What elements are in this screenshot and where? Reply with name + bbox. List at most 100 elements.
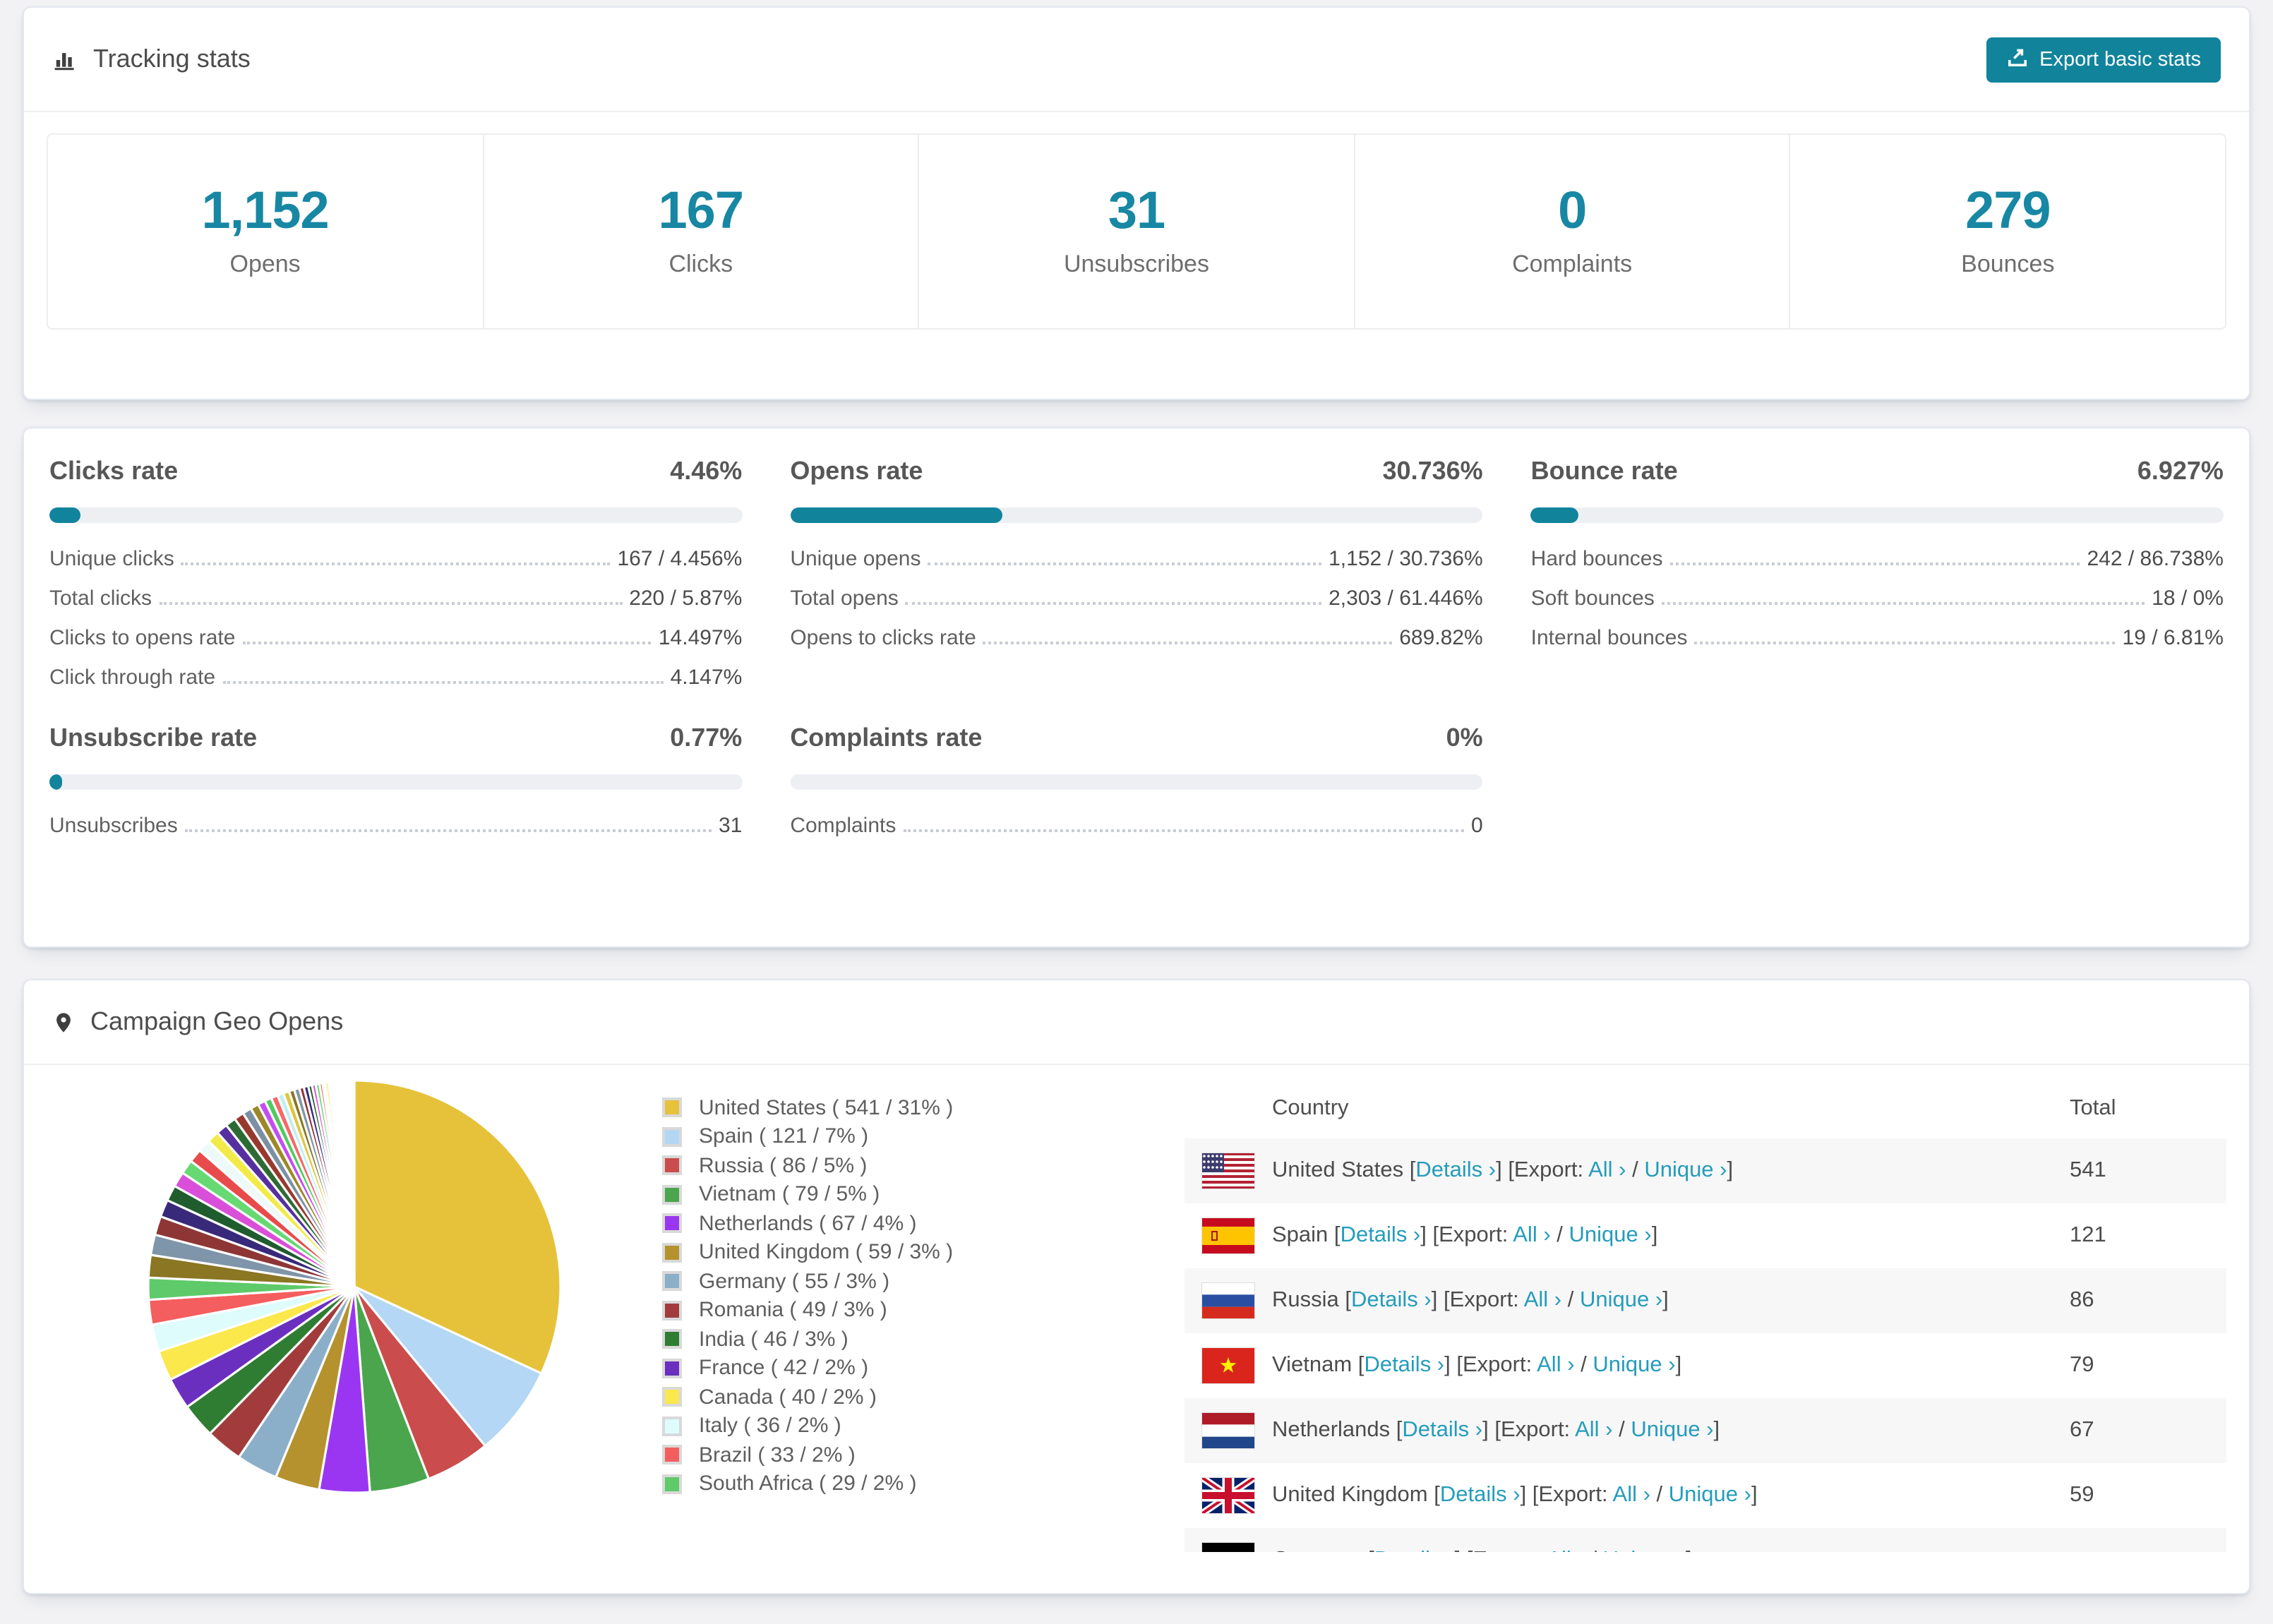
rates-grid: Clicks rate 4.46% Unique clicks 167 / 4.456… [24, 428, 2249, 838]
export-unique-link[interactable]: Unique › [1569, 1223, 1652, 1247]
geo-pie-chart [47, 1079, 662, 1552]
dotted-leader [222, 681, 664, 684]
table-row: United Kingdom [Details ›] [Export: All … [1185, 1463, 2226, 1528]
legend-item: United Kingdom ( 59 / 3% ) [662, 1238, 1128, 1267]
export-all-link[interactable]: All › [1575, 1418, 1612, 1442]
flag-nl-icon [1201, 1412, 1255, 1449]
tracking-stats-header: Tracking stats Export basic stats [24, 8, 2249, 112]
legend-item: Romania ( 49 / 3% ) [662, 1296, 1128, 1325]
stat-value: 0 [1558, 181, 1587, 240]
export-all-link[interactable]: All › [1613, 1483, 1650, 1507]
rate-stat-value: 31 [718, 814, 743, 838]
progress-bar [49, 507, 743, 523]
legend-label: India ( 46 / 3% ) [699, 1327, 848, 1352]
total-cell: 86 [2070, 1288, 2094, 1312]
total-cell: 59 [2070, 1483, 2094, 1507]
export-all-link[interactable]: All › [1547, 1548, 1584, 1552]
legend-item: Italy ( 36 / 2% ) [662, 1412, 1128, 1440]
legend-label: Germany ( 55 / 3% ) [699, 1269, 890, 1294]
progress-bar [790, 507, 1483, 523]
flag-de-icon [1201, 1542, 1255, 1552]
dotted-leader [1669, 563, 2080, 565]
flag-ru-icon [1201, 1282, 1255, 1319]
rate-stat-label: Clicks to opens rate [49, 626, 236, 650]
dotted-leader [983, 642, 1393, 644]
legend-swatch [662, 1097, 682, 1118]
export-unique-link[interactable]: Unique › [1580, 1288, 1662, 1312]
rate-title: Opens rate [790, 457, 923, 485]
stat-label: Complaints [1512, 250, 1633, 277]
details-link[interactable]: Details › [1415, 1158, 1496, 1182]
dotted-leader [181, 563, 611, 565]
legend-label: Vietnam ( 79 / 5% ) [699, 1182, 880, 1207]
dotted-leader [184, 829, 712, 832]
export-unique-link[interactable]: Unique › [1644, 1158, 1727, 1182]
rate-stat-value: 4.147% [670, 666, 743, 690]
progress-bar [790, 774, 1483, 790]
stat-box: 0 Complaints [1353, 133, 1791, 330]
legend-label: Brazil ( 33 / 2% ) [699, 1443, 856, 1467]
export-basic-stats-button[interactable]: Export basic stats [1986, 37, 2221, 82]
stat-value: 279 [1965, 181, 2051, 240]
table-row: Russia [Details ›] [Export: All › / Uniq… [1185, 1268, 2226, 1333]
rate-stat-label: Soft bounces [1530, 587, 1655, 610]
legend-label: United Kingdom ( 59 / 3% ) [699, 1240, 954, 1265]
country-name: Russia [1272, 1288, 1339, 1312]
rate-stat-value: 18 / 0% [2152, 587, 2224, 610]
details-link[interactable]: Details › [1374, 1548, 1455, 1552]
details-link[interactable]: Details › [1402, 1418, 1482, 1442]
legend-swatch [662, 1184, 682, 1205]
pie-legend: United States ( 541 / 31% ) Spain ( 121 /… [662, 1079, 1128, 1552]
stat-value: 31 [1108, 181, 1165, 240]
stat-label: Opens [229, 250, 301, 277]
rate-stat-row: Unique opens 1,152 / 30.736% [790, 547, 1482, 571]
export-all-link[interactable]: All › [1513, 1223, 1550, 1247]
legend-label: United States ( 541 / 31% ) [699, 1095, 954, 1120]
flag-es-icon [1201, 1217, 1255, 1254]
legend-swatch [662, 1416, 682, 1436]
rate-stat-row: Complaints 0 [790, 814, 1482, 838]
country-cell: Spain [Details ›] [Export: All › / Uniqu… [1272, 1223, 1658, 1247]
details-link[interactable]: Details › [1341, 1223, 1421, 1247]
country-name: Netherlands [1272, 1418, 1391, 1442]
legend-item: United States ( 541 / 31% ) [662, 1093, 1128, 1122]
rate-block: Clicks rate 4.46% Unique clicks 167 / 4.456… [49, 457, 743, 690]
rate-title-row: Unsubscribe rate 0.77% [49, 723, 742, 753]
country-name: Vietnam [1272, 1353, 1353, 1377]
table-row-partial-clip: Germany [Details ›] [Export: All › / Uni… [1185, 1528, 2226, 1552]
rate-stat-value: 19 / 6.81% [2122, 626, 2224, 650]
stat-value: 1,152 [201, 181, 330, 240]
export-button-label: Export basic stats [2039, 48, 2201, 71]
legend-label: Spain ( 121 / 7% ) [699, 1124, 869, 1149]
country-cell: Russia [Details ›] [Export: All › / Uniq… [1272, 1288, 1669, 1312]
rate-title-row: Clicks rate 4.46% [49, 457, 742, 486]
tracking-stats-title-row: Tracking stats [52, 44, 251, 74]
rate-title-row: Opens rate 30.736% [790, 457, 1482, 486]
details-link[interactable]: Details › [1351, 1288, 1432, 1312]
rate-stat-row: Internal bounces 19 / 6.81% [1531, 626, 2224, 650]
rate-stat-label: Hard bounces [1530, 547, 1663, 571]
dotted-leader [905, 602, 1322, 605]
export-unique-link[interactable]: Unique › [1593, 1353, 1675, 1377]
legend-item: India ( 46 / 3% ) [662, 1325, 1128, 1354]
export-unique-link[interactable]: Unique › [1631, 1418, 1713, 1442]
legend-label: Romania ( 49 / 3% ) [699, 1298, 887, 1323]
details-link[interactable]: Details › [1440, 1483, 1521, 1507]
export-unique-link[interactable]: Unique › [1669, 1483, 1751, 1507]
total-cell: 541 [2070, 1158, 2106, 1182]
export-unique-link[interactable]: Unique › [1603, 1548, 1686, 1552]
legend-item: Netherlands ( 67 / 4% ) [662, 1209, 1128, 1238]
progress-fill [790, 507, 1003, 523]
export-all-link[interactable]: All › [1524, 1288, 1561, 1312]
geo-content: United States ( 541 / 31% ) Spain ( 121 /… [24, 1065, 2249, 1552]
legend-swatch [662, 1155, 682, 1176]
rate-value: 0% [1446, 723, 1483, 752]
legend-item: Brazil ( 33 / 2% ) [662, 1440, 1128, 1469]
geo-header: Campaign Geo Opens [24, 980, 2249, 1065]
details-link[interactable]: Details › [1364, 1353, 1444, 1377]
total-column-header: Total [2070, 1096, 2116, 1120]
export-all-link[interactable]: All › [1588, 1158, 1626, 1182]
legend-item: France ( 42 / 2% ) [662, 1354, 1128, 1383]
export-all-link[interactable]: All › [1537, 1353, 1574, 1377]
rate-title: Clicks rate [49, 457, 179, 485]
